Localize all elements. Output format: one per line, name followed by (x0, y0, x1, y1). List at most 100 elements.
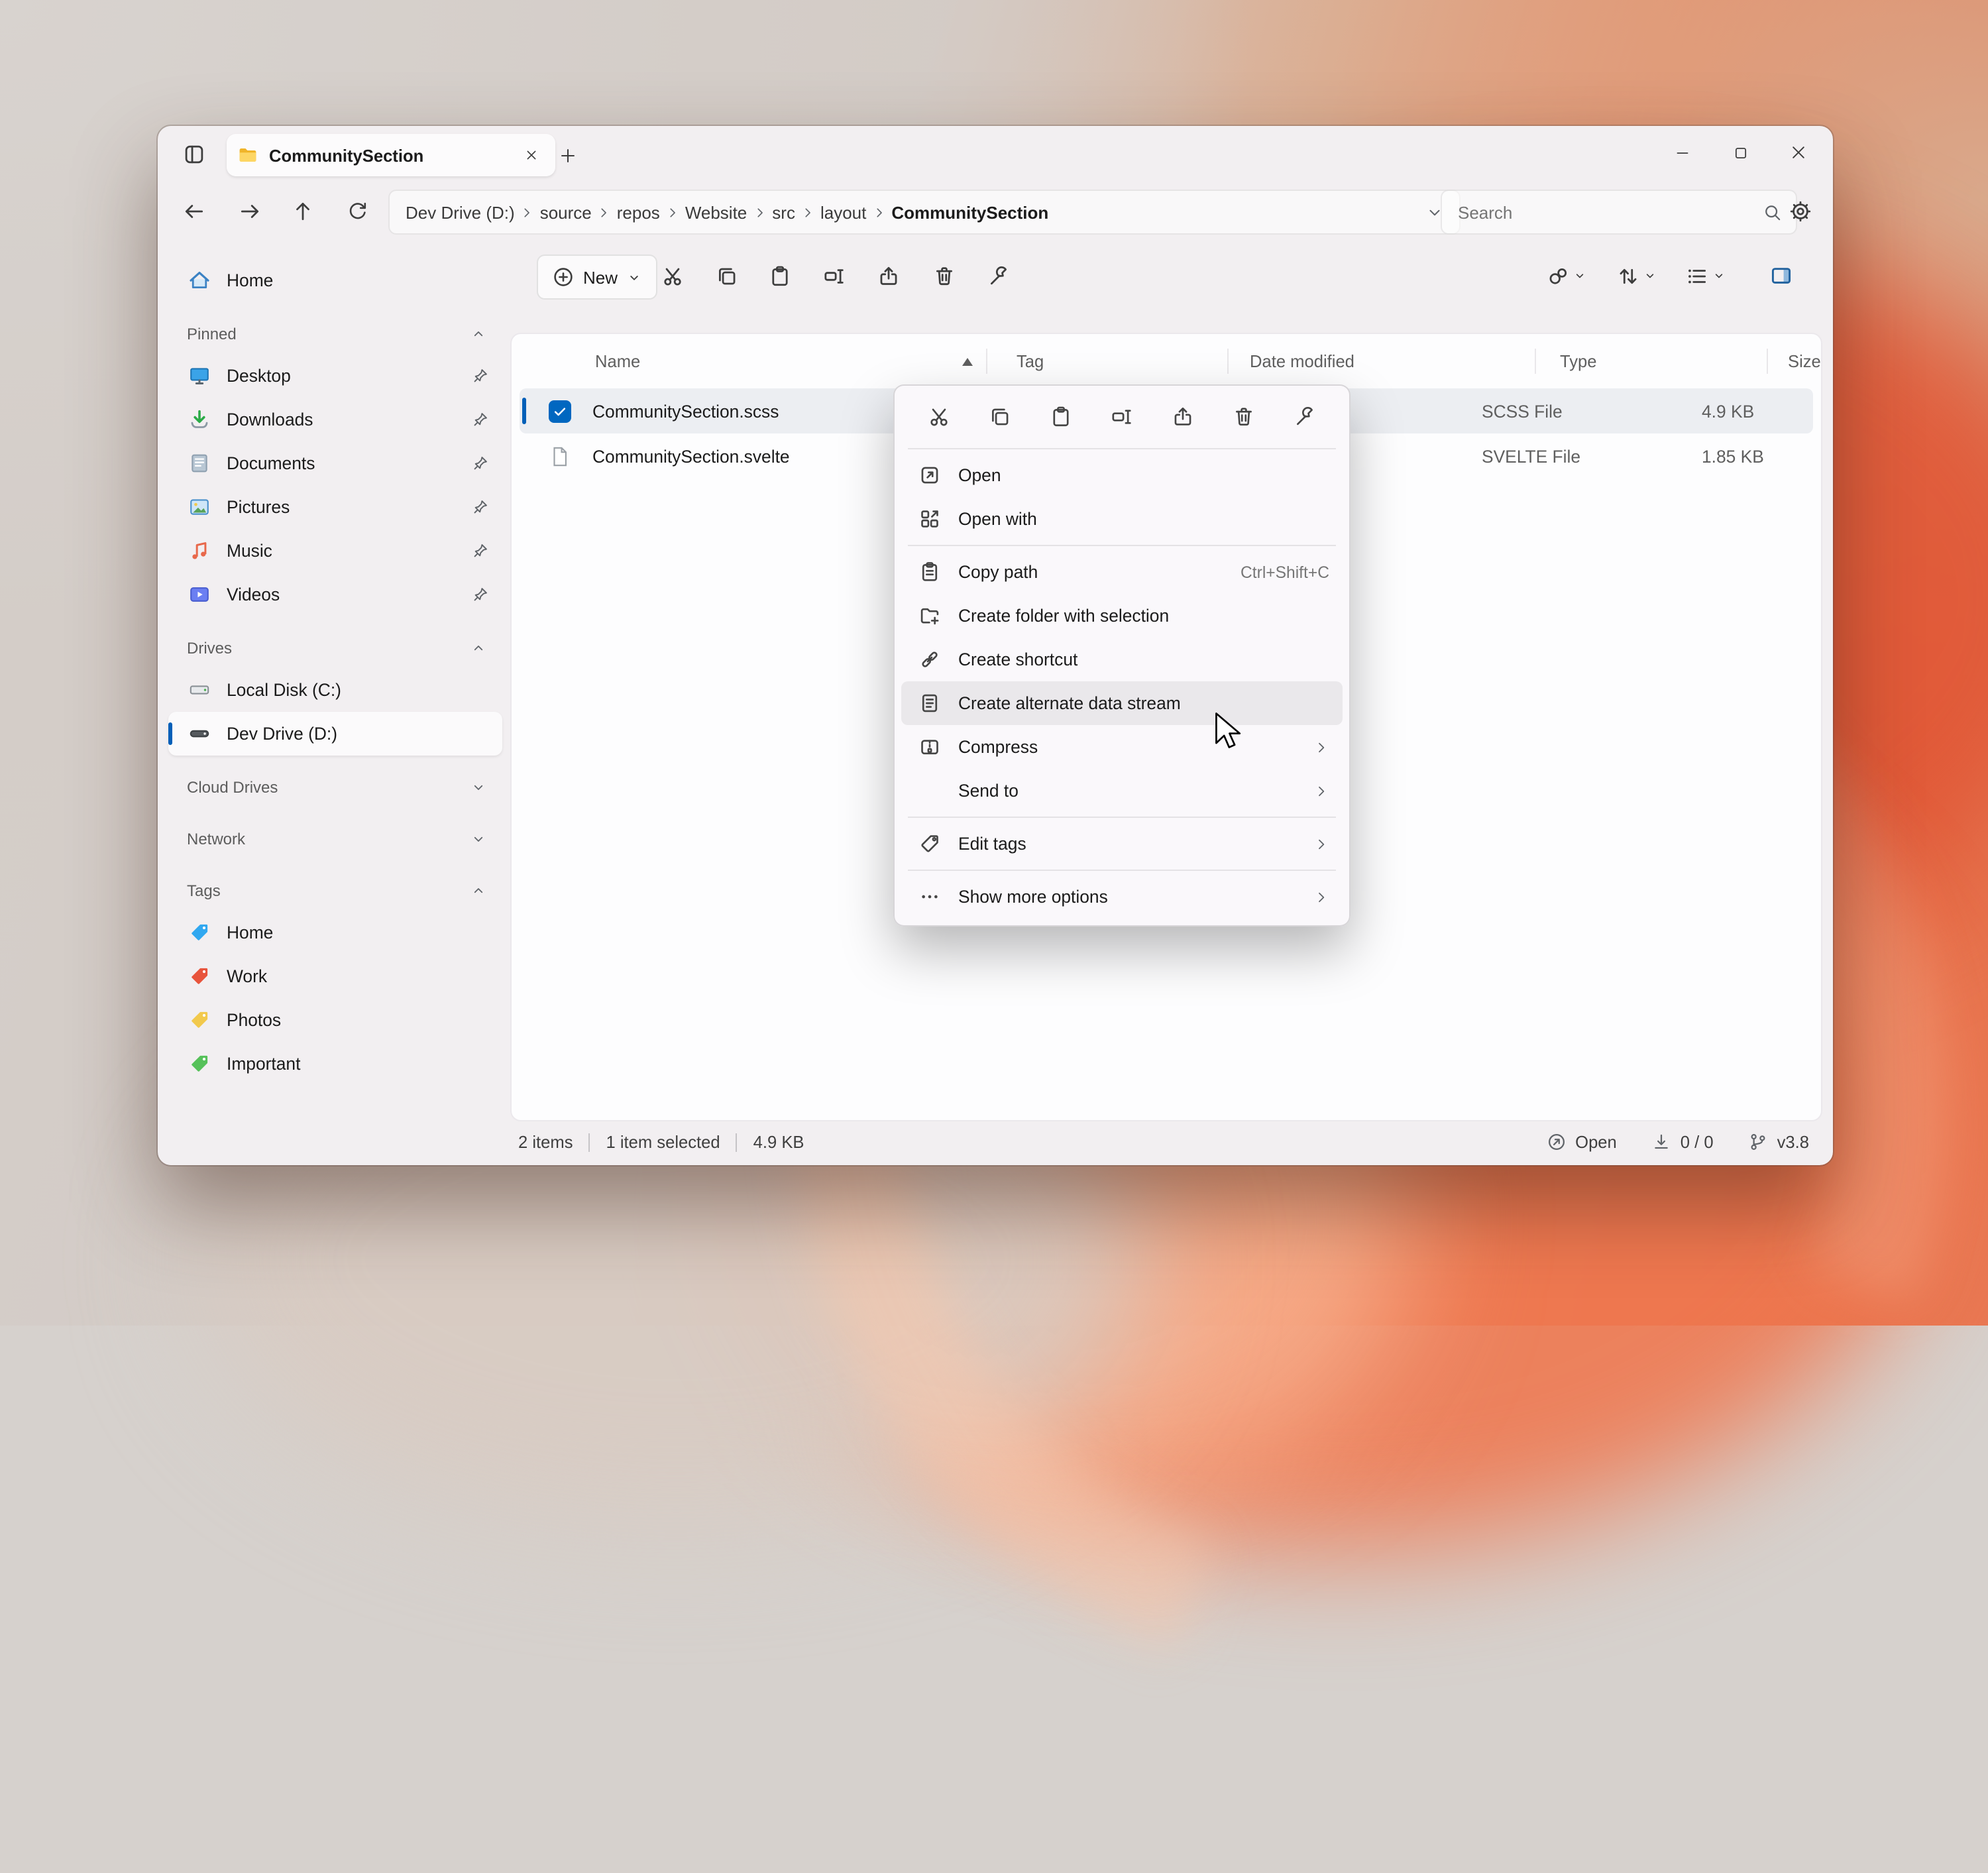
git-sync-status[interactable]: 0 / 0 (1651, 1132, 1714, 1152)
paste-button[interactable] (1041, 396, 1081, 436)
menu-item-label: Create folder with selection (958, 606, 1169, 626)
breadcrumb-item[interactable]: Website (685, 202, 747, 222)
menu-item-edit-tags[interactable]: Edit tags (901, 822, 1343, 866)
sidebar-section-network[interactable]: Network (168, 819, 502, 859)
preview-pane-toggle[interactable] (1759, 255, 1804, 297)
view-options-icon (1547, 264, 1569, 287)
close-window-button[interactable] (1769, 126, 1828, 179)
menu-item-create-alternate-data-stream[interactable]: Create alternate data stream (901, 681, 1343, 725)
column-headers: Name Tag Date modified Type Size (512, 334, 1821, 388)
cut-button[interactable] (649, 255, 694, 297)
git-open-status[interactable]: Open (1546, 1132, 1617, 1152)
breadcrumb-item[interactable]: source (540, 202, 592, 222)
tab-close-button[interactable] (518, 142, 545, 168)
sidebar-tag-work[interactable]: Work (168, 954, 502, 998)
tab-list-button[interactable] (174, 137, 213, 172)
sidebar-section-drives[interactable]: Drives (168, 628, 502, 668)
breadcrumb-item[interactable]: src (772, 202, 795, 222)
sidebar-tag-photos[interactable]: Photos (168, 998, 502, 1042)
forward-button[interactable] (229, 191, 269, 231)
menu-item-show-more-options[interactable]: Show more options (901, 875, 1343, 919)
copy-button[interactable] (979, 396, 1019, 436)
menu-item-send-to[interactable]: Send to (901, 769, 1343, 813)
selected-checkbox[interactable] (549, 400, 571, 422)
plus-icon (559, 146, 576, 164)
sidebar-item-local-disk-c[interactable]: Local Disk (C:) (168, 668, 502, 712)
delete-button[interactable] (921, 255, 966, 297)
breadcrumb-item[interactable]: Dev Drive (D:) (406, 202, 515, 222)
copy-button[interactable] (704, 255, 749, 297)
up-icon (291, 199, 313, 222)
submenu-chevron-icon (1313, 783, 1329, 799)
search-input[interactable] (1455, 201, 1763, 223)
back-button[interactable] (174, 191, 213, 231)
menu-item-compress[interactable]: Compress (901, 725, 1343, 769)
rename-icon (822, 264, 845, 287)
share-button[interactable] (865, 255, 911, 297)
sidebar-item-videos[interactable]: Videos (168, 573, 502, 616)
breadcrumb-item-current[interactable]: CommunitySection (891, 202, 1048, 222)
chevron-up-icon[interactable] (470, 883, 486, 899)
layout-button[interactable] (1681, 255, 1731, 297)
sidebar-item-desktop[interactable]: Desktop (168, 354, 502, 398)
column-header-type[interactable]: Type (1536, 334, 1768, 388)
refresh-button[interactable] (338, 191, 378, 231)
chevron-right-icon (801, 205, 815, 219)
sidebar-tag-home[interactable]: Home (168, 911, 502, 954)
column-header-date-modified[interactable]: Date modified (1229, 334, 1536, 388)
pin-icon[interactable] (472, 542, 489, 559)
column-header-size[interactable]: Size (1768, 334, 1822, 388)
sidebar-section-pinned[interactable]: Pinned (168, 314, 502, 354)
cut-button[interactable] (918, 396, 958, 436)
pin-icon[interactable] (472, 586, 489, 603)
sidebar-section-cloud-drives[interactable]: Cloud Drives (168, 767, 502, 807)
view-options-button[interactable] (1541, 255, 1592, 297)
column-header-tag[interactable]: Tag (987, 334, 1229, 388)
menu-item-create-folder-with-selection[interactable]: Create folder with selection (901, 594, 1343, 638)
new-tab-button[interactable] (550, 139, 584, 171)
new-button[interactable]: New (537, 255, 657, 300)
menu-item-copy-path[interactable]: Copy path Ctrl+Shift+C (901, 550, 1343, 594)
menu-item-create-shortcut[interactable]: Create shortcut (901, 638, 1343, 681)
column-header-name[interactable]: Name (512, 334, 987, 388)
chevron-up-icon[interactable] (470, 640, 486, 656)
share-button[interactable] (1163, 396, 1203, 436)
folder-icon (237, 144, 258, 166)
paste-button[interactable] (757, 255, 802, 297)
maximize-button[interactable] (1711, 126, 1769, 179)
breadcrumb[interactable]: Dev Drive (D:) source repos Website src … (388, 190, 1461, 235)
sidebar-item-music[interactable]: Music (168, 529, 502, 573)
settings-button[interactable] (1780, 191, 1820, 231)
menu-item-open[interactable]: Open (901, 453, 1343, 497)
sidebar-item-home[interactable]: Home (168, 258, 502, 302)
pin-icon[interactable] (472, 455, 489, 472)
tab-communitysection[interactable]: CommunitySection (227, 134, 555, 176)
pin-icon[interactable] (472, 411, 489, 428)
chevron-down-icon[interactable] (470, 779, 486, 795)
tools-button[interactable] (1286, 396, 1325, 436)
sidebar-item-pictures[interactable]: Pictures (168, 485, 502, 529)
delete-button[interactable] (1225, 396, 1264, 436)
rename-button[interactable] (811, 255, 856, 297)
sidebar-item-documents[interactable]: Documents (168, 441, 502, 485)
sidebar-section-tags[interactable]: Tags (168, 871, 502, 911)
column-label: Date modified (1250, 351, 1354, 371)
pin-icon[interactable] (472, 367, 489, 384)
tools-button[interactable] (975, 255, 1021, 297)
minimize-button[interactable] (1653, 126, 1711, 179)
breadcrumb-item[interactable]: repos (617, 202, 660, 222)
git-branch-status[interactable]: v3.8 (1748, 1132, 1809, 1152)
rename-button[interactable] (1102, 396, 1142, 436)
sort-button[interactable] (1612, 255, 1662, 297)
menu-item-open-with[interactable]: Open with (901, 497, 1343, 541)
search-box[interactable] (1441, 190, 1797, 235)
breadcrumb-item[interactable]: layout (820, 202, 866, 222)
sidebar-item-dev-drive-d[interactable]: Dev Drive (D:) (168, 712, 502, 756)
pin-icon[interactable] (472, 498, 489, 516)
up-button[interactable] (282, 191, 322, 231)
sidebar-tag-important[interactable]: Important (168, 1042, 502, 1086)
sidebar-item-downloads[interactable]: Downloads (168, 398, 502, 441)
sidebar-item-label: Home (227, 270, 273, 290)
chevron-down-icon[interactable] (470, 831, 486, 847)
chevron-up-icon[interactable] (470, 326, 486, 342)
